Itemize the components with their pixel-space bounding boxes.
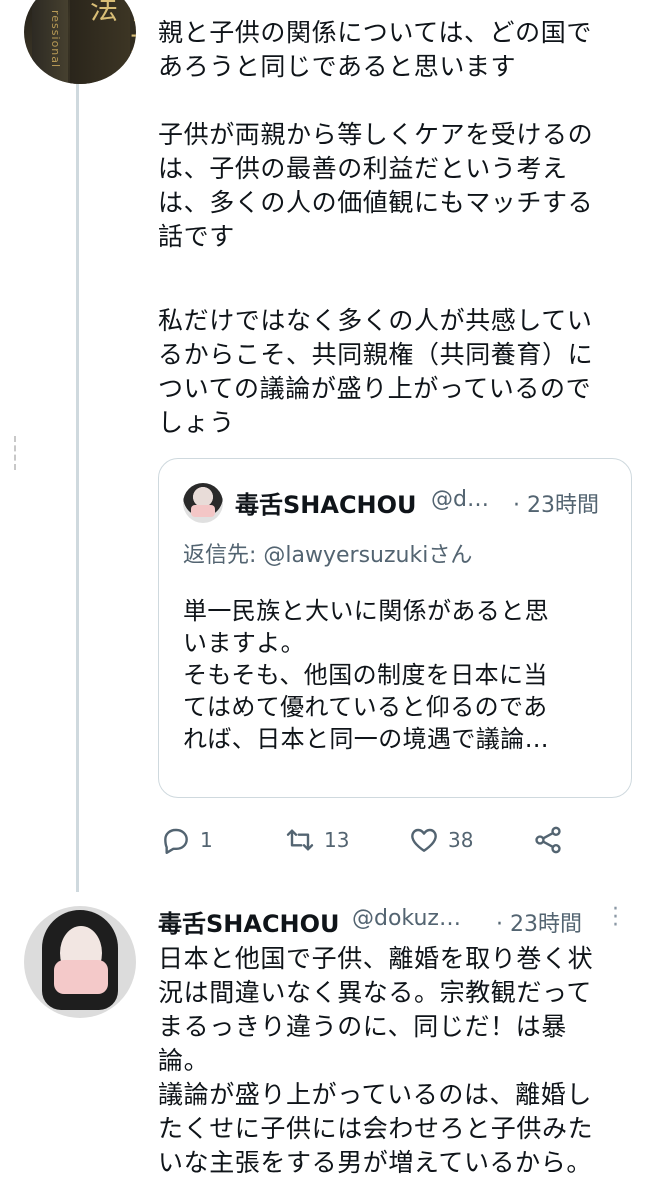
tweet-action-bar: 1 13 38 — [158, 820, 628, 860]
retweet-count: 13 — [324, 828, 350, 852]
tweet-paragraph-3: 私だけではなく多くの人が共感してい るからこそ、共同親権（共同養育）に ついての議論… — [158, 306, 594, 437]
quoted-reply-to: 返信先: @lawyersuzukiさん — [183, 537, 472, 569]
reply-icon — [164, 828, 188, 854]
reply-author-name[interactable]: 毒舌SHACHOU — [158, 904, 340, 939]
share-icon — [535, 826, 561, 854]
retweet-button[interactable]: 13 — [284, 824, 349, 856]
reply-author-avatar[interactable] — [24, 906, 136, 1018]
tweet-paragraph-1: 親と子供の関係については、どの国で あろうと同じであると思います — [158, 18, 592, 81]
heart-icon — [411, 828, 437, 852]
tweet-paragraph-2: 子供が両親から等しくケアを受けるの は、子供の最善の利益だという考え は、多くの人の… — [158, 120, 594, 251]
reply-timestamp[interactable]: · 23時間 — [496, 906, 582, 938]
more-options-icon[interactable]: · · · — [612, 899, 620, 937]
reply-to-label: 返信先: — [183, 543, 264, 568]
like-button[interactable]: 38 — [408, 824, 473, 856]
quoted-author-handle: @d… — [431, 487, 489, 512]
reply-tweet-body: 日本と他国で子供、離婚を取り巻く状 況は間違いなく異なる。宗教観だって まるっきり違… — [158, 944, 594, 1177]
thread-connector-line — [76, 84, 79, 892]
retweet-icon — [286, 829, 314, 851]
avatar-book-text-small: ressional — [49, 10, 62, 69]
like-count: 38 — [448, 828, 474, 852]
quoted-tweet-card[interactable]: 毒舌SHACHOU @d… · 23時間 返信先: @lawyersuzukiさ… — [158, 458, 632, 798]
quoted-timestamp: · 23時間 — [513, 493, 599, 518]
quoted-tweet-body: 単一民族と大いに関係があると思 いますよ。 そもそも、他国の制度を日本に当 てはめて優… — [183, 597, 549, 753]
reply-to-suffix: さん — [428, 543, 473, 568]
reply-button[interactable]: 1 — [160, 824, 213, 856]
share-button[interactable] — [532, 824, 572, 856]
author-avatar[interactable]: ressional 例六法 — [24, 0, 136, 84]
reply-to-mention[interactable]: @lawyersuzuki — [263, 543, 428, 568]
scroll-indicator — [0, 436, 16, 470]
quoted-author-name: 毒舌SHACHOU — [235, 491, 417, 519]
reply-author-handle[interactable]: @dokuz… — [352, 906, 461, 931]
quoted-author-avatar — [183, 483, 223, 523]
avatar-book-text-large: 例六法 — [86, 0, 136, 58]
reply-count: 1 — [200, 828, 213, 852]
